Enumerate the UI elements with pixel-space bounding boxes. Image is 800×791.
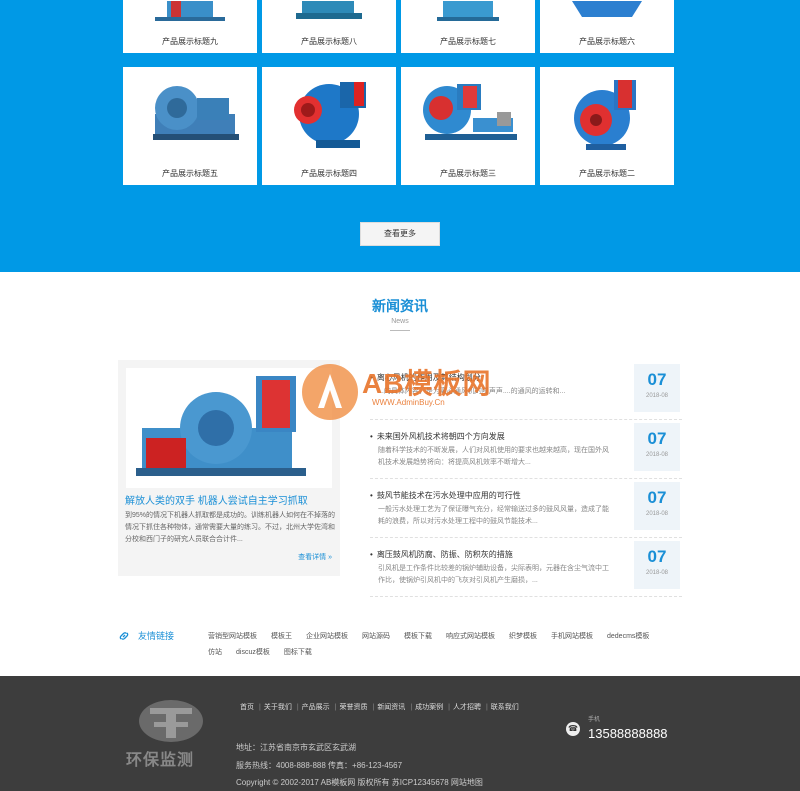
product-image	[123, 0, 257, 31]
footer-nav-item[interactable]: 荣誉资质	[339, 704, 367, 711]
friend-links: 友情链接 营销型网站模板 模板王 企业网站模板 网站源码 模板下载 响应式网站模板 织梦模板…	[118, 626, 688, 666]
friend-link[interactable]: 模板王	[271, 633, 292, 640]
watermark-text: AB模板网	[362, 368, 492, 399]
product-title: 产品展示标题四	[301, 169, 357, 178]
friend-links-row: 仿站 discuz模板 图标下载	[208, 647, 678, 657]
title-divider	[390, 330, 410, 331]
news-item-desc: 一般污水处理工艺为了保证曝气充分，经常输送过多的鼓风风量，造成了能耗的浪费，所以…	[378, 506, 609, 525]
footer-address: 地址：江苏省南京市玄武区玄武湖	[236, 743, 356, 752]
friend-link[interactable]: 仿站	[208, 649, 222, 656]
news-item-title[interactable]: 鼓风节能技术在污水处理中应用的可行性	[370, 490, 620, 501]
news-section-title: 新闻资讯	[372, 298, 428, 314]
product-title: 产品展示标题七	[440, 37, 496, 46]
product-title: 产品展示标题九	[162, 37, 218, 46]
product-title: 产品展示标题五	[162, 169, 218, 178]
news-item-desc: 引风机是工作条件比较差的锅炉辅助设备，尖际表明，元器在含尘气流中工作比，使锅炉引…	[378, 565, 609, 584]
news-item[interactable]: 鼓风节能技术在污水处理中应用的可行性 一般污水处理工艺为了保证曝气充分，经常输送…	[370, 480, 682, 538]
watermark-logo-icon	[302, 364, 358, 420]
friend-link[interactable]: discuz模板	[236, 649, 270, 656]
news-item-desc: 随着科学技术的不断发展，人们对风机使用的要求也越来越高，现在国外风机技术发展趋势…	[378, 447, 609, 466]
phone-label: 手机	[588, 717, 601, 723]
footer-nav-item[interactable]: 人才招聘	[453, 704, 481, 711]
product-image	[262, 67, 396, 161]
news-item-year-month: 2018-08	[645, 393, 669, 399]
product-section: 产品展示标题九 产品展示标题八 产品展示标题七 产品展示标题六 产品展示标题五 …	[0, 0, 800, 272]
friend-links-row: 营销型网站模板 模板王 企业网站模板 网站源码 模板下载 响应式网站模板 织梦模板 手机网站模…	[208, 631, 678, 641]
footer-nav: 首页 | 关于我们 | 产品展示 | 荣誉资质 | 新闻资讯 | 成功案例 | 人才招聘 | 联系我们	[240, 704, 519, 711]
footer-nav-item[interactable]: 首页	[240, 704, 254, 711]
featured-news-title[interactable]: 解放人类的双手 机器人尝试自主学习抓取	[125, 492, 335, 507]
product-card[interactable]: 产品展示标题五	[123, 67, 257, 185]
footer-copyright: Copyright © 2002-2017 AB模板网 版权所有 苏ICP123…	[236, 778, 483, 787]
news-item-date: 07 2018-08	[634, 482, 680, 530]
product-card[interactable]: 产品展示标题七	[401, 0, 535, 53]
product-card[interactable]: 产品展示标题四	[262, 67, 396, 185]
friend-link[interactable]: dedecms模板	[607, 633, 649, 640]
footer-nav-item[interactable]: 新闻资讯	[377, 704, 405, 711]
footer-nav-item[interactable]: 产品展示	[302, 704, 330, 711]
news-item-date: 07 2018-08	[634, 423, 680, 471]
product-card[interactable]: 产品展示标题六	[540, 0, 674, 53]
footer-logo-text: 环保监测	[126, 752, 195, 769]
product-title: 产品展示标题三	[440, 169, 496, 178]
news-item-year-month: 2018-08	[645, 452, 669, 458]
product-card[interactable]: 产品展示标题八	[262, 0, 396, 53]
phone-icon: ☎	[566, 722, 580, 736]
friend-link[interactable]: 响应式网站模板	[446, 633, 495, 640]
footer-nav-item[interactable]: 成功案例	[415, 704, 443, 711]
watermark-url: WWW.AdminBuy.Cn	[372, 398, 445, 407]
friend-link[interactable]: 图标下载	[284, 649, 312, 656]
news-item-day: 07	[647, 547, 667, 566]
featured-news-desc: 到95%的情况下机器人抓取都是成功的。训练机器人如何在不掉落的情况下抓住各种物体…	[125, 512, 336, 543]
news-item[interactable]: 未来国外风机技术将朝四个方向发展 随着科学技术的不断发展，人们对风机使用的要求也…	[370, 421, 682, 479]
product-image	[401, 0, 535, 31]
product-card[interactable]: 产品展示标题二	[540, 67, 674, 185]
product-image	[262, 0, 396, 31]
phone-number[interactable]: 13588888888	[588, 726, 668, 741]
news-item-year-month: 2018-08	[645, 570, 669, 576]
product-card[interactable]: 产品展示标题三	[401, 67, 535, 185]
product-image	[540, 0, 674, 31]
view-more-button[interactable]: 查看更多	[360, 222, 440, 246]
link-icon	[118, 630, 130, 642]
news-item-day: 07	[647, 488, 667, 507]
news-item-day: 07	[647, 429, 667, 448]
watermark: AB模板网 WWW.AdminBuy.Cn	[300, 356, 520, 426]
friend-link[interactable]: 营销型网站模板	[208, 633, 257, 640]
product-title: 产品展示标题八	[301, 37, 357, 46]
friend-link[interactable]: 企业网站模板	[306, 633, 348, 640]
footer-logo: 环保监测	[120, 696, 220, 776]
news-item-title[interactable]: 未来国外风机技术将朝四个方向发展	[370, 431, 620, 442]
footer-nav-item[interactable]: 关于我们	[264, 704, 292, 711]
product-card[interactable]: 产品展示标题九	[123, 0, 257, 53]
news-item[interactable]: 离压鼓风机防腐、防振、防积灰的措施 引风机是工作条件比较差的锅炉辅助设备，尖际表…	[370, 539, 682, 597]
news-section-subtitle: News	[391, 318, 409, 325]
footer-nav-item[interactable]: 联系我们	[491, 704, 519, 711]
product-image	[540, 67, 674, 161]
friend-link[interactable]: 织梦模板	[509, 633, 537, 640]
friend-links-title: 友情链接	[138, 631, 175, 641]
news-item-year-month: 2018-08	[645, 511, 669, 517]
news-item-date: 07 2018-08	[634, 541, 680, 589]
product-image	[123, 67, 257, 161]
product-title: 产品展示标题二	[579, 169, 635, 178]
news-item-title[interactable]: 离压鼓风机防腐、防振、防积灰的措施	[370, 549, 620, 560]
friend-link[interactable]: 网站源码	[362, 633, 390, 640]
friend-link[interactable]: 模板下载	[404, 633, 432, 640]
footer-logo-icon	[139, 700, 203, 742]
news-item-day: 07	[647, 370, 667, 389]
featured-news-more-link[interactable]: 查看详情 »	[298, 552, 332, 562]
friend-link[interactable]: 手机网站模板	[551, 633, 593, 640]
product-image	[401, 67, 535, 161]
product-title: 产品展示标题六	[579, 37, 635, 46]
news-item-date: 07 2018-08	[634, 364, 680, 412]
footer-service: 服务热线：4008-888-888 传真：+86-123-4567	[236, 761, 403, 770]
footer: 环保监测 首页 | 关于我们 | 产品展示 | 荣誉资质 | 新闻资讯 | 成功案例 | 人才招聘 | 联系…	[0, 676, 800, 791]
